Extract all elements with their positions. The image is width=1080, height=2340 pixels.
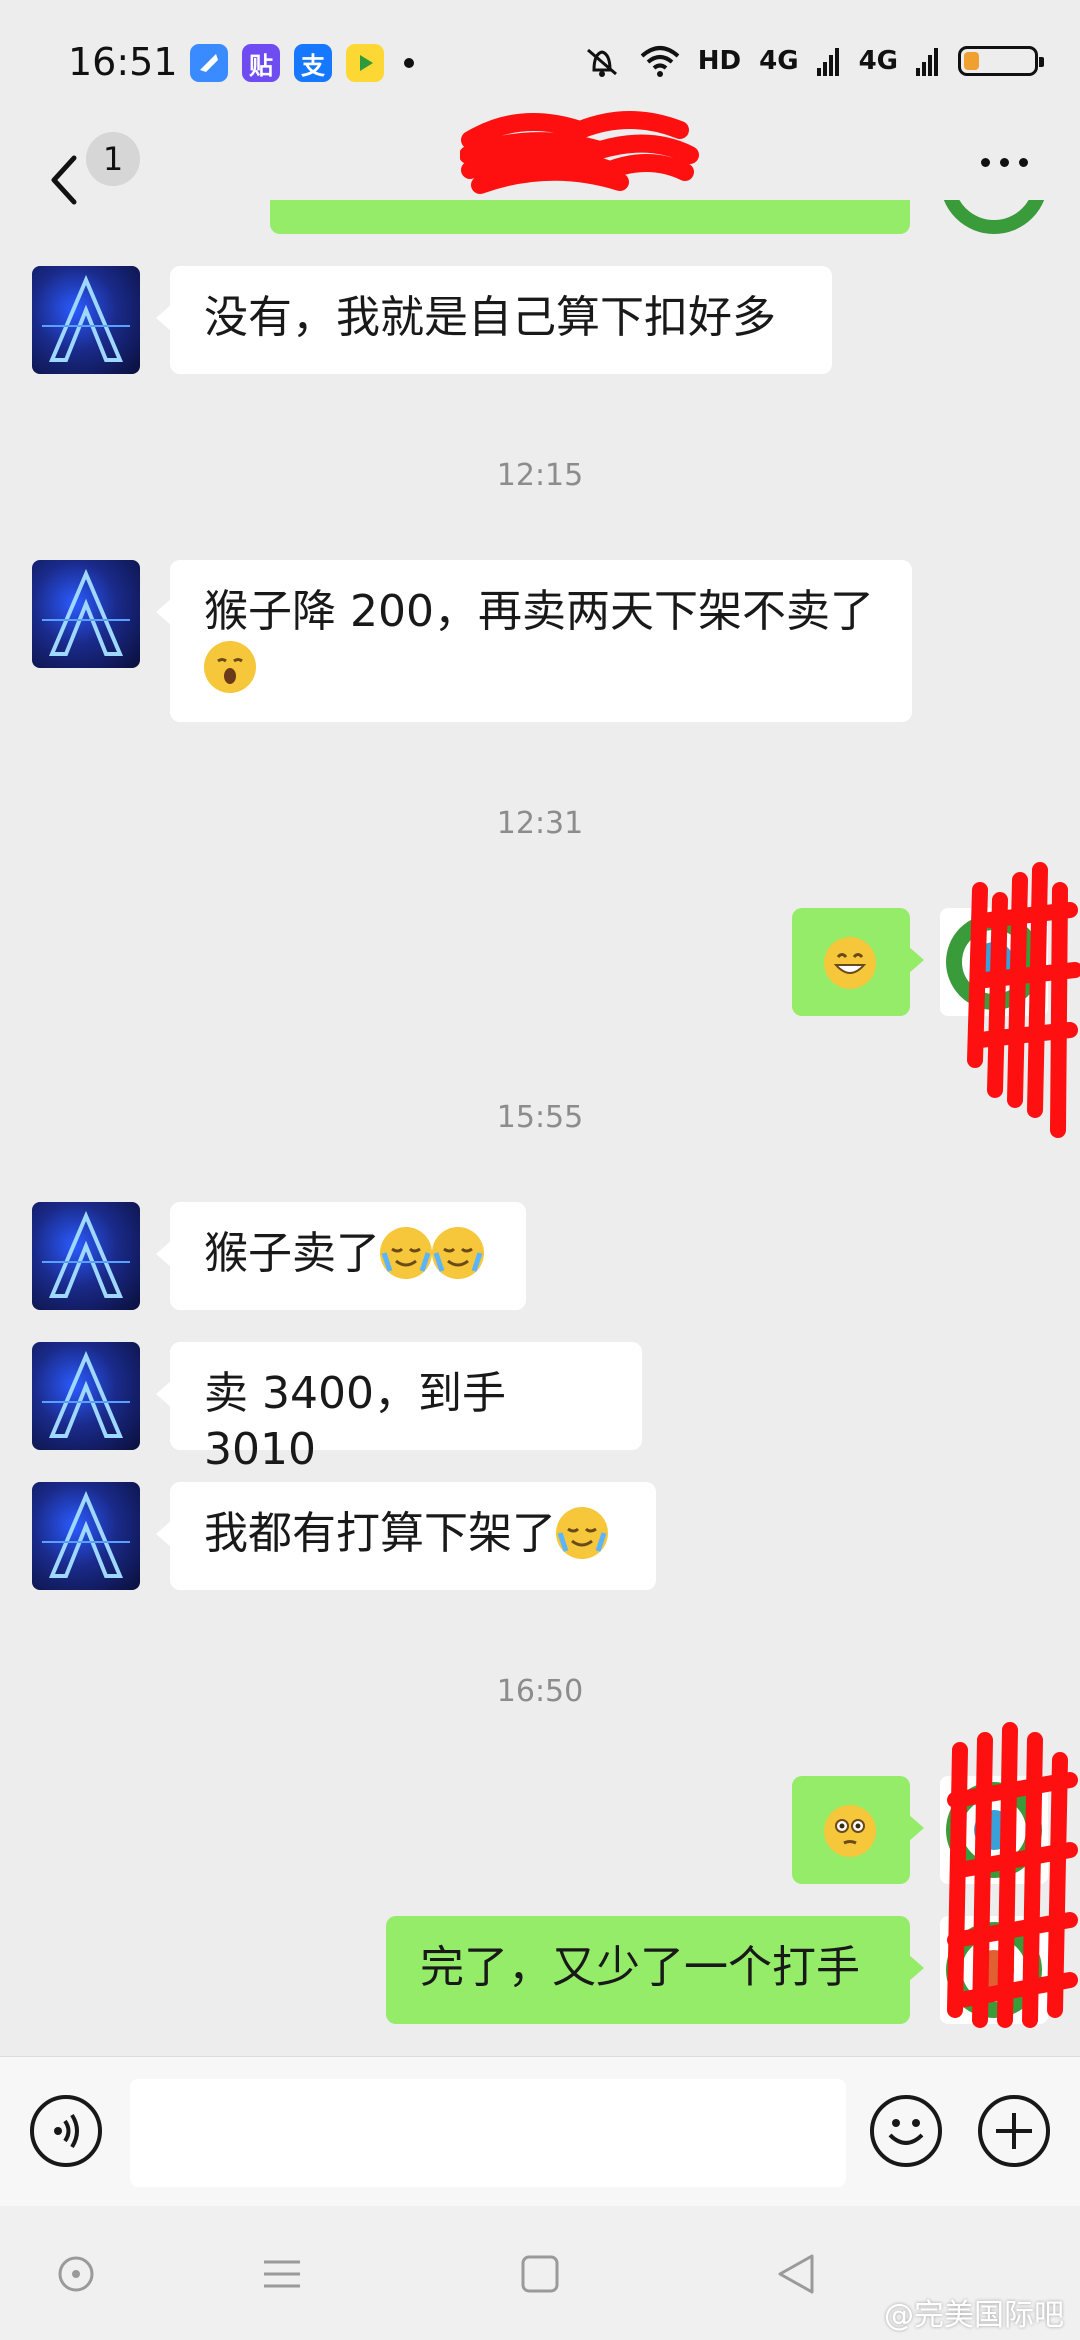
loudly-crying-face-emoji: [380, 1227, 432, 1279]
alipay-icon: 支: [294, 44, 332, 82]
status-right: HD 4G 4G: [582, 44, 1044, 78]
message-bubble[interactable]: 猴子卖了: [156, 1202, 526, 1310]
battery-fill: [964, 52, 979, 70]
previous-bubble-partial: [270, 200, 910, 234]
status-time: 16:51: [68, 40, 178, 84]
avatar-redaction-scribble: [947, 1722, 1078, 2028]
more-notifications-dot: [404, 58, 414, 68]
voice-input-button[interactable]: [30, 2095, 102, 2167]
message-bubble[interactable]: 猴子降 200，再卖两天下架不卖了: [156, 560, 912, 722]
message-text: 我都有打算下架了: [204, 1508, 556, 1559]
time-divider: 12:15: [496, 458, 584, 493]
unread-count-badge[interactable]: 1: [86, 132, 140, 186]
emoji-face-icon: [888, 2119, 924, 2145]
signal-1-label: 4G: [759, 46, 799, 76]
more-functions-button[interactable]: [978, 2095, 1050, 2167]
contact-avatar[interactable]: [32, 1202, 140, 1310]
self-message-bubble[interactable]: [792, 908, 924, 1016]
message-text: 卖 3400，到手 3010: [204, 1368, 506, 1475]
grinning-face-emoji: [824, 937, 876, 989]
signal-2-label: 4G: [858, 46, 898, 76]
time-divider: 12:31: [496, 806, 584, 841]
menu-nav-icon[interactable]: [262, 2254, 302, 2294]
notification-icons: 贴 支: [190, 44, 414, 82]
signal-2-icon: [916, 48, 938, 76]
avatar-redaction-scribble: [967, 862, 1080, 1138]
more-dot: [981, 158, 990, 167]
message-text: 没有，我就是自己算下扣好多: [204, 292, 776, 343]
voice-icon: [54, 2113, 79, 2149]
plus-icon: [996, 2113, 1032, 2149]
time-divider: 15:55: [496, 1100, 584, 1135]
more-dot: [1019, 158, 1028, 167]
contact-avatar[interactable]: [32, 1482, 140, 1590]
flushed-face-emoji: [824, 1805, 876, 1857]
more-options-button[interactable]: [981, 158, 1028, 167]
loudly-crying-face-emoji: [556, 1507, 608, 1559]
game-center-icon: [346, 44, 384, 82]
self-message-bubble[interactable]: [792, 1776, 924, 1884]
time-divider: 16:50: [496, 1674, 584, 1709]
redaction-scribble: [460, 111, 699, 194]
battery-icon: [958, 46, 1044, 76]
input-bar: [0, 2056, 1080, 2207]
wifi-icon: [640, 46, 680, 77]
more-dot: [1000, 158, 1009, 167]
previous-avatar-partial: [940, 200, 1048, 234]
message-text: 猴子卖了: [204, 1228, 380, 1279]
message-bubble[interactable]: 没有，我就是自己算下扣好多: [156, 266, 832, 374]
watermark: @完美国际吧: [884, 2298, 1064, 2333]
back-nav-icon[interactable]: [776, 2252, 816, 2296]
blue-app-icon: [190, 44, 228, 82]
message-bubble[interactable]: 我都有打算下架了: [156, 1482, 656, 1590]
contact-avatar[interactable]: [32, 266, 140, 374]
signal-1-icon: [816, 48, 839, 76]
contact-avatar[interactable]: [32, 560, 140, 668]
assistant-nav-icon[interactable]: [56, 2254, 96, 2294]
self-message-bubble[interactable]: 完了，又少了一个打手: [386, 1916, 924, 2024]
message-text: 完了，又少了一个打手: [420, 1942, 860, 1993]
contact-avatar[interactable]: [32, 1342, 140, 1450]
loudly-crying-face-emoji: [432, 1227, 484, 1279]
message-bubble[interactable]: 卖 3400，到手 3010: [156, 1342, 642, 1475]
yawning-face-emoji: [204, 641, 256, 693]
home-nav-icon[interactable]: [520, 2254, 560, 2294]
hd-label: HD: [697, 46, 742, 76]
message-input[interactable]: [130, 2079, 846, 2187]
emoji-button[interactable]: [870, 2095, 942, 2167]
message-text: 猴子降 200，再卖两天下架不卖了: [204, 586, 874, 637]
tieba-icon: 贴: [242, 44, 280, 82]
mute-bell-icon: [586, 48, 617, 77]
